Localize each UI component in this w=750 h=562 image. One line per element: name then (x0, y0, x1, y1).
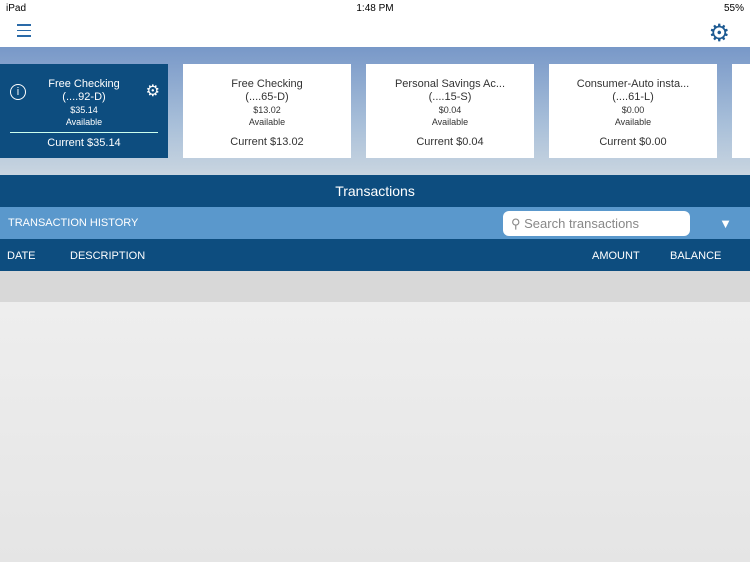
available-label: Available (614, 117, 652, 127)
column-date[interactable]: DATE (7, 250, 36, 262)
available-label: Available (248, 117, 286, 127)
current-balance: Current $35.14 (10, 132, 158, 149)
available-amount: $13.02 (253, 105, 281, 115)
account-name: Personal Savings Ac... (394, 78, 506, 90)
account-card[interactable]: Consumer-Auto insta... (....61-L) $0.00 … (549, 64, 717, 158)
status-bar: iPad 1:48 PM 55% (0, 0, 750, 16)
available-label: Available (65, 117, 103, 127)
account-name: Free Checking (231, 78, 303, 90)
transactions-title: Transactions (0, 175, 750, 207)
account-card[interactable]: i ⚙ Free Checking (....92-D) $35.14 Avai… (0, 64, 168, 158)
search-input[interactable]: ⚲ Search transactions (503, 211, 690, 236)
account-card[interactable]: Free Checking (....65-D) $13.02 Availabl… (183, 64, 351, 158)
history-label: TRANSACTION HISTORY (8, 217, 139, 229)
history-bar: TRANSACTION HISTORY ⚲ Search transaction… (0, 207, 750, 239)
current-balance: Current $0.04 (416, 136, 484, 148)
current-balance: Current $0.00 (599, 136, 667, 148)
account-number: (....61-L) (612, 91, 654, 103)
info-icon[interactable]: i (10, 84, 26, 100)
settings-gear-icon[interactable]: ⚙ (708, 19, 730, 48)
available-label: Available (431, 117, 469, 127)
column-amount[interactable]: AMOUNT (592, 250, 640, 262)
battery: 55% (723, 2, 744, 14)
background-image (0, 302, 750, 562)
menu-icon[interactable] (17, 24, 31, 41)
account-name: Consumer-Auto insta... (576, 78, 690, 90)
table-header: DATE DESCRIPTION AMOUNT BALANCE (0, 239, 750, 271)
account-number: (....65-D) (245, 91, 289, 103)
account-number: (....15-S) (428, 91, 472, 103)
search-icon: ⚲ (511, 216, 525, 231)
device-label: iPad (6, 2, 27, 14)
current-balance: Current $13.02 (230, 136, 304, 148)
column-balance[interactable]: BALANCE (670, 250, 721, 262)
nav-bar: ⚙ (0, 16, 750, 47)
table-row[interactable] (0, 271, 750, 302)
account-card[interactable]: Personal Savings Ac... (....15-S) $0.04 … (366, 64, 534, 158)
filter-icon[interactable]: ▼ (719, 216, 732, 231)
account-card-partial[interactable] (732, 64, 750, 158)
search-placeholder: Search transactions (524, 216, 640, 231)
column-description[interactable]: DESCRIPTION (70, 250, 145, 262)
available-amount: $0.04 (438, 105, 462, 115)
clock: 1:48 PM (356, 2, 394, 14)
available-amount: $0.00 (621, 105, 645, 115)
account-settings-gear-icon[interactable]: ⚙ (146, 81, 160, 101)
accounts-carousel: i ⚙ Free Checking (....92-D) $35.14 Avai… (0, 47, 750, 175)
available-amount: $35.14 (70, 105, 98, 115)
